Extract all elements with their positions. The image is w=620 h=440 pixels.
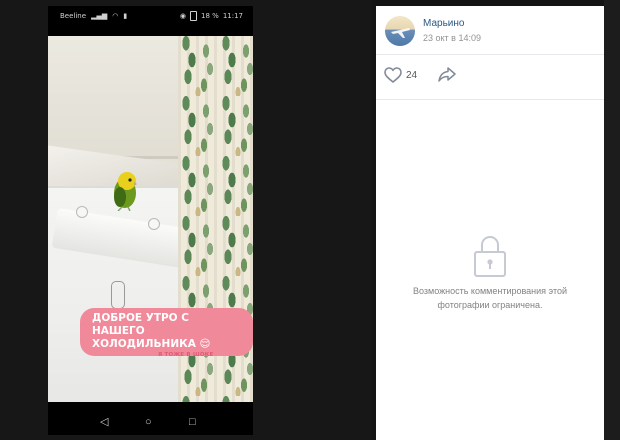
story-caption-line: ХОЛОДИЛЬНИКА 😌 [92, 338, 211, 350]
scrollbar-gutter [604, 0, 620, 440]
fridge-logo [111, 281, 125, 309]
comments-disabled-notice: Возможность комментирования этой фотогра… [376, 234, 604, 312]
author-name-link[interactable]: Марьино [423, 18, 464, 29]
carrier-label: Beeline [60, 12, 87, 20]
like-count: 24 [406, 69, 418, 81]
heart-icon [384, 67, 402, 83]
post-panel: Марьино 23 окт в 14:09 24 Возможность ко… [376, 6, 604, 440]
story-screenshot[interactable]: Beeline ▂▄▆ ◠ ▮ ◉ 18 % 11:17 ДОБРОЕ УТРО… [48, 6, 253, 435]
lock-icon [474, 235, 506, 277]
kitchen-cabinet [48, 36, 188, 159]
share-button[interactable] [438, 66, 456, 87]
avatar[interactable] [385, 16, 415, 46]
battery-icon [190, 11, 198, 21]
signal-icon: ▂▄▆ [91, 12, 108, 20]
like-button[interactable]: 24 [384, 67, 417, 83]
story-note: Я ТОЖЕ В ШОКЕ [158, 352, 214, 358]
battery-percent: 18 % [201, 12, 219, 20]
post-date[interactable]: 23 окт в 14:09 [423, 33, 481, 43]
recents-icon[interactable]: □ [189, 417, 196, 428]
comments-disabled-text: Возможность комментирования этой [413, 286, 567, 296]
share-icon [438, 67, 456, 82]
budgie-image [114, 172, 137, 211]
airplane-icon [391, 28, 410, 38]
clock-label: 11:17 [222, 12, 243, 20]
home-icon[interactable]: ○ [145, 417, 152, 428]
story-photo: ДОБРОЕ УТРО С НАШЕГО ХОЛОДИЛЬНИКА 😌 Я ТО… [48, 36, 253, 402]
story-caption-sticker: ДОБРОЕ УТРО С НАШЕГО ХОЛОДИЛЬНИКА 😌 [80, 308, 253, 356]
comments-disabled-text: фотографии ограничена. [437, 300, 543, 310]
phone-status-bar: Beeline ▂▄▆ ◠ ▮ ◉ 18 % 11:17 [48, 6, 253, 28]
eye-icon: ◉ [179, 12, 187, 20]
wifi-icon: ◠ [112, 12, 119, 20]
fridge-panel [51, 208, 197, 270]
sim-icon: ▮ [123, 12, 128, 20]
fridge-knob [76, 206, 88, 218]
divider [376, 99, 604, 100]
post-author-block: Марьино 23 окт в 14:09 [376, 6, 604, 54]
back-icon[interactable]: ◁ [100, 417, 108, 428]
fridge-knob [148, 218, 160, 230]
post-actions: 24 [376, 55, 604, 99]
photo-viewer: Beeline ▂▄▆ ◠ ▮ ◉ 18 % 11:17 ДОБРОЕ УТРО… [0, 0, 372, 440]
phone-nav-bar: ◁ ○ □ [48, 411, 253, 435]
story-caption-line: ДОБРОЕ УТРО С НАШЕГО [92, 312, 189, 337]
